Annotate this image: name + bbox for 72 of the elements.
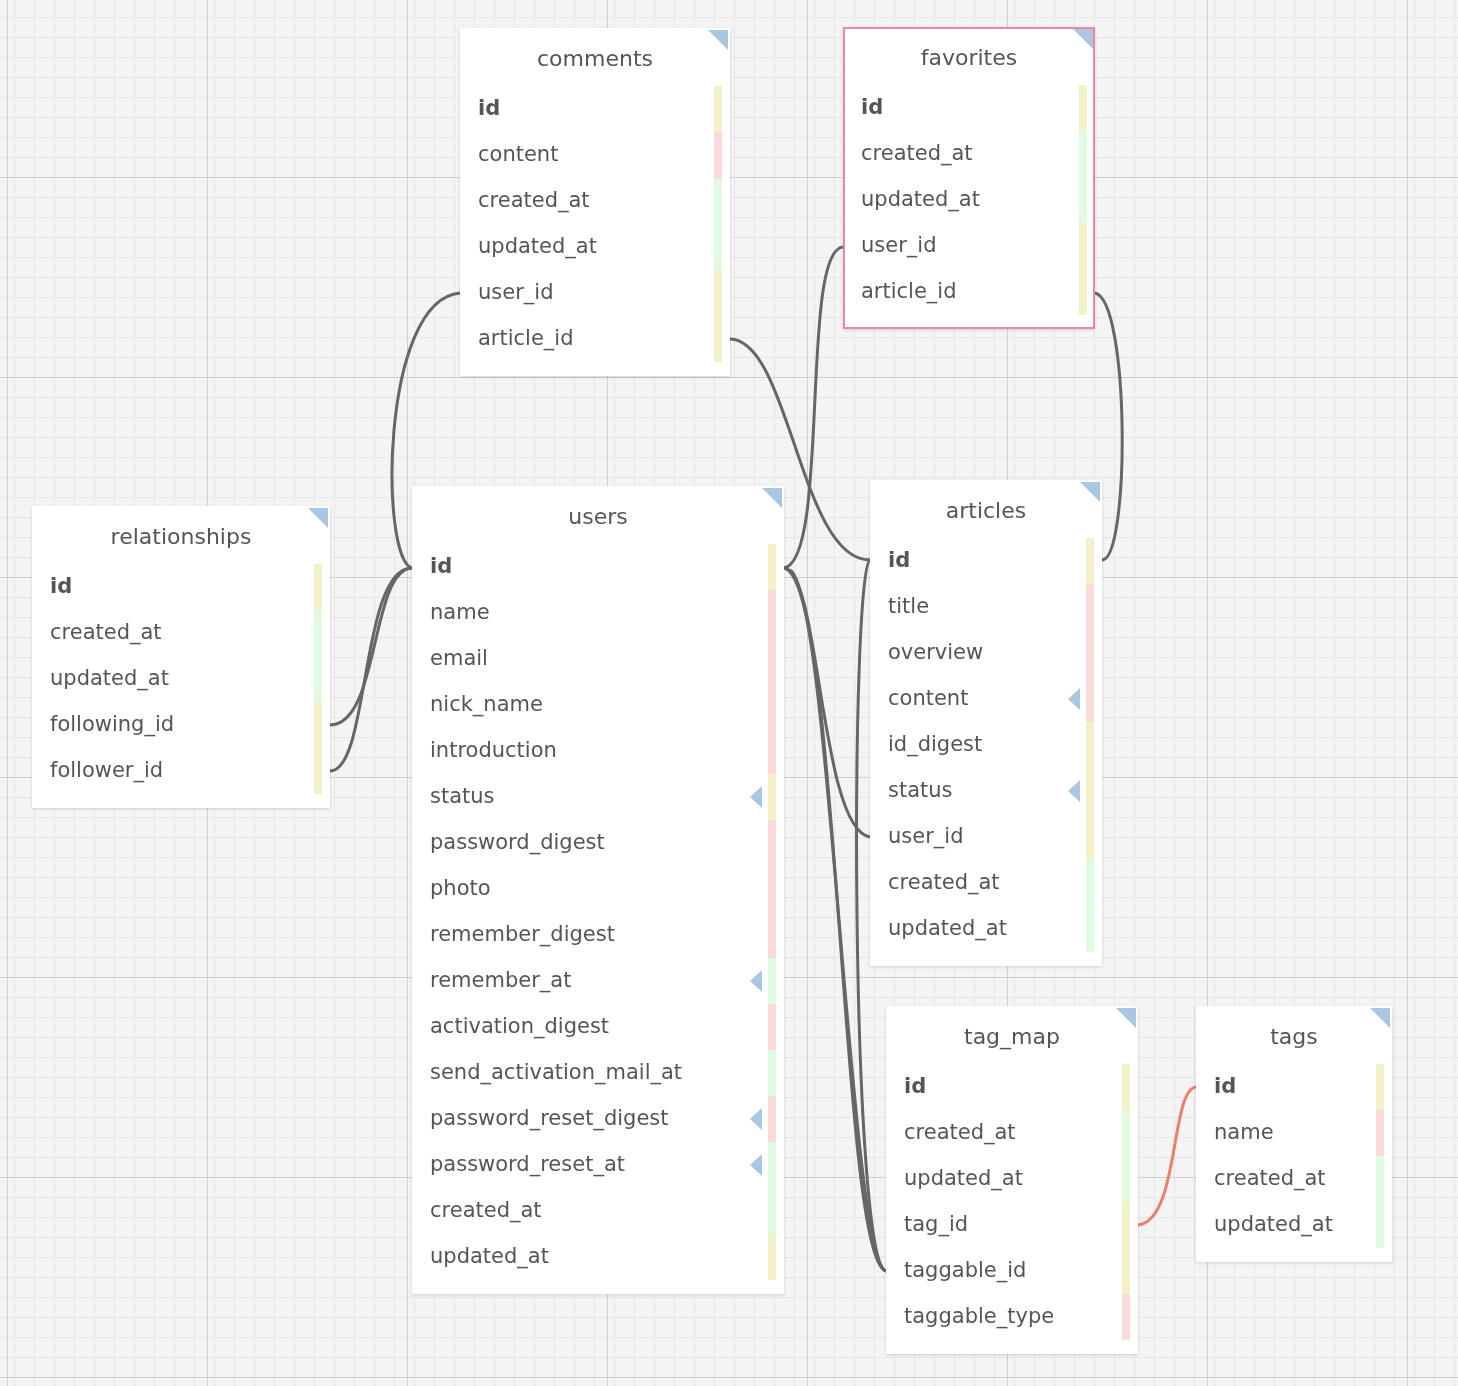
field-name: created_at: [904, 1119, 1016, 1147]
field-name: name: [1214, 1119, 1274, 1147]
table-title: tags: [1270, 1022, 1318, 1051]
corner-triangle-icon: [1073, 29, 1093, 49]
field-name: send_activation_mail_at: [430, 1059, 683, 1087]
field-name: introduction: [430, 737, 557, 765]
corner-triangle-icon: [708, 30, 728, 50]
table-card[interactable]: [412, 486, 784, 1294]
field-name: created_at: [888, 869, 1000, 897]
table-title: favorites: [920, 43, 1018, 72]
field-name: user_id: [861, 232, 937, 260]
field-name: remember_at: [430, 967, 572, 995]
field-name: id: [861, 94, 884, 122]
field-name: status: [888, 777, 953, 805]
corner-triangle-icon: [1116, 1008, 1136, 1028]
field-name: content: [888, 685, 969, 713]
field-name: photo: [430, 875, 491, 903]
field-name: updated_at: [50, 665, 169, 693]
field-name: overview: [888, 639, 984, 667]
field-name: updated_at: [861, 186, 980, 214]
field-name: status: [430, 783, 495, 811]
field-name: user_id: [478, 279, 554, 307]
field-name: id: [478, 95, 501, 123]
corner-triangle-icon: [308, 508, 328, 528]
table-card[interactable]: comments id content created_at updated_at user_id article_id: [460, 28, 730, 376]
field-name: password_digest: [430, 829, 605, 857]
field-name: tag_id: [904, 1211, 969, 1239]
corner-triangle-icon: [1370, 1008, 1390, 1028]
field-name: updated_at: [888, 915, 1007, 943]
field-name: activation_digest: [430, 1013, 610, 1041]
field-name: id: [888, 547, 911, 575]
field-name: taggable_id: [904, 1257, 1027, 1285]
field-name: article_id: [478, 325, 574, 353]
field-name: created_at: [50, 619, 162, 647]
field-name: email: [430, 645, 488, 673]
table-title: articles: [945, 496, 1027, 525]
field-name: following_id: [50, 711, 175, 739]
table-card[interactable]: articles id title overview content id_digest status user_id created_at updated_at: [870, 480, 1102, 966]
table-title: comments: [537, 44, 653, 73]
field-name: id: [50, 573, 73, 601]
field-name: created_at: [430, 1197, 542, 1225]
field-name: id: [1214, 1073, 1237, 1101]
field-name: id: [430, 553, 453, 581]
corner-triangle-icon: [762, 488, 782, 508]
field-name: title: [888, 593, 930, 621]
field-name: article_id: [861, 278, 957, 306]
table-card[interactable]: tag_map id created_at updated_at tag_id taggable_id taggable_type: [886, 1006, 1138, 1354]
table-title: tag_map: [964, 1022, 1060, 1052]
field-name: content: [478, 141, 559, 169]
field-name: created_at: [478, 187, 590, 215]
table-card[interactable]: tags id name created_at updated_at: [1196, 1006, 1392, 1262]
table-title: users: [568, 502, 628, 531]
field-name: created_at: [861, 140, 973, 168]
table-title: relationships: [110, 522, 252, 551]
field-name: remember_digest: [430, 921, 615, 949]
field-name: password_reset_at: [430, 1151, 625, 1179]
field-name: id: [904, 1073, 927, 1101]
field-name: nick_name: [430, 691, 543, 719]
field-name: updated_at: [1214, 1211, 1333, 1239]
table-card[interactable]: relationships id created_at updated_at following_id follower_id: [32, 506, 330, 808]
field-name: taggable_type: [904, 1303, 1055, 1331]
field-name: updated_at: [904, 1165, 1023, 1193]
field-name: updated_at: [430, 1243, 549, 1271]
corner-triangle-icon: [1080, 482, 1100, 502]
field-name: created_at: [1214, 1165, 1326, 1193]
field-name: follower_id: [50, 757, 164, 785]
field-name: name: [430, 599, 490, 627]
field-name: updated_at: [478, 233, 597, 261]
field-name: id_digest: [888, 731, 983, 759]
table-card[interactable]: favorites id created_at updated_at user_id article_id: [843, 27, 1095, 329]
field-name: user_id: [888, 823, 964, 851]
field-name: password_reset_digest: [430, 1105, 669, 1133]
